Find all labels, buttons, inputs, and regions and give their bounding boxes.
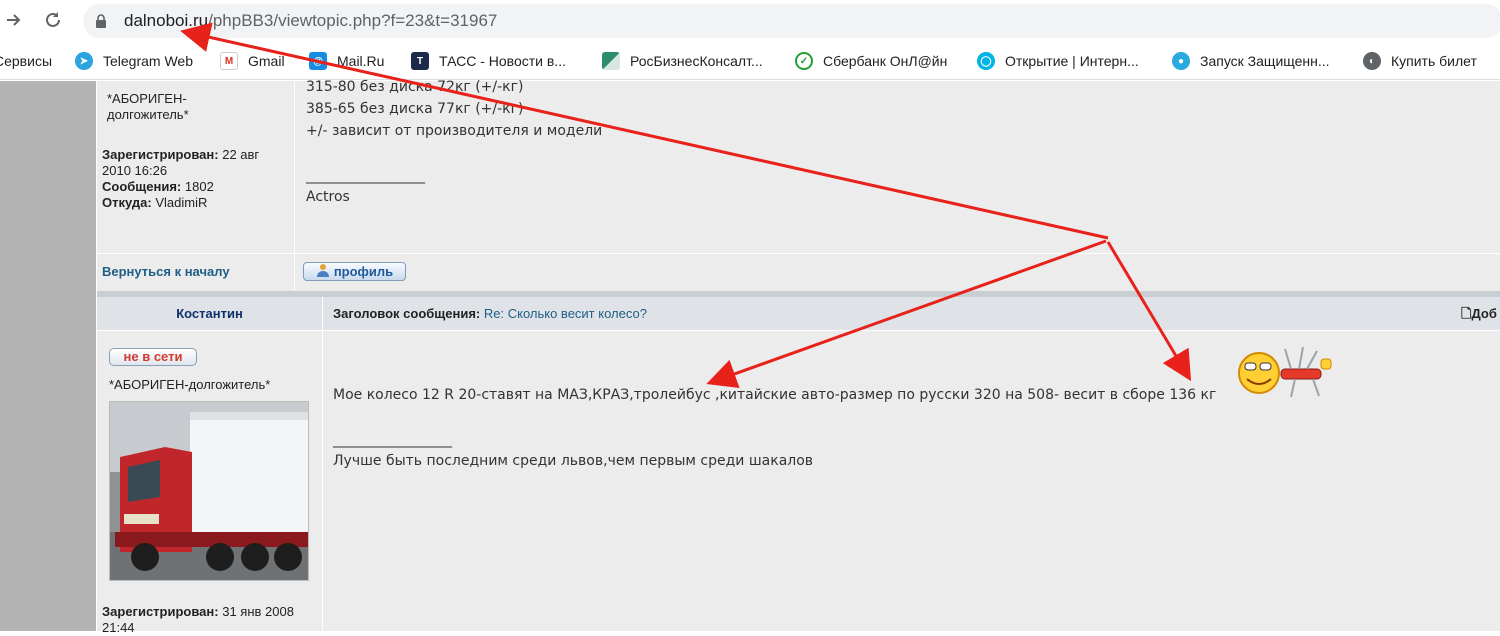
bookmark-label: Запуск Защищенн... <box>1200 53 1330 69</box>
post2-message: Мое колесо 12 R 20-ставят на МАЗ,КРАЗ,тр… <box>333 387 1217 403</box>
post2-profile-info: Зарегистрирован: 31 янв 2008 21:44 <box>102 604 322 636</box>
post1-line: 385-65 без диска 77кг (+/-кг) <box>306 101 524 117</box>
bookmark-label: Сервисы <box>0 53 53 69</box>
bookmark-services[interactable]: Сервисы <box>0 50 52 72</box>
post2-author-panel: не в сети *АБОРИГЕН-долгожитель* Зарегис… <box>97 331 322 635</box>
bookmark-sberbank[interactable]: ✓ Сбербанк ОнЛ@йн <box>795 50 947 72</box>
bookmark-label: ТАСС - Новости в... <box>439 53 566 69</box>
bookmark-label: Купить билет <box>1391 53 1477 69</box>
bookmarks-bar: Сервисы ➤ Telegram Web M Gmail @ Mail.Ru TТ… <box>0 42 1500 80</box>
gmail-icon: M <box>220 52 238 70</box>
post1-body: 315-80 без диска 72кг (+/-кг) 385-65 без… <box>295 79 1500 253</box>
bookmark-label: Telegram Web <box>103 53 194 69</box>
add-label: Доб <box>1471 306 1497 321</box>
tass-icon: T <box>411 52 429 70</box>
browser-toolbar: dalnoboi.ru/phpBB3/viewtopic.php?f=23&t=… <box>0 0 1500 42</box>
reload-icon[interactable] <box>41 8 65 32</box>
bookmark-tass[interactable]: T ТАСС - Новости в... <box>411 50 566 72</box>
post1-author-panel: *АБОРИГЕН- долгожитель* Зарегистрирован:… <box>97 81 294 253</box>
bookmark-label: Gmail <box>248 53 285 69</box>
bookmark-label: Сбербанк ОнЛ@йн <box>823 53 948 69</box>
messages-label: Сообщения: <box>102 179 182 194</box>
post2-signature: Лучше быть последним среди львов,чем пер… <box>333 453 814 469</box>
post1-footer-actions: профиль <box>295 254 1500 291</box>
url-path: /phpBB3/viewtopic.php?f=23&t=31967 <box>208 11 498 30</box>
post2-rank: *АБОРИГЕН-долгожитель* <box>109 377 271 392</box>
bookmark-label: Mail.Ru <box>337 53 385 69</box>
post1-footer: Вернуться к началу <box>97 254 294 291</box>
forward-icon[interactable] <box>2 8 26 32</box>
profile-button-label: профиль <box>333 264 394 279</box>
otkritie-icon: ◯ <box>977 52 995 70</box>
post2-author[interactable]: Костантин <box>97 306 322 322</box>
bookmark-rbc[interactable]: РосБизнесКонсалт... <box>602 50 763 72</box>
address-bar[interactable]: dalnoboi.ru/phpBB3/viewtopic.php?f=23&t=… <box>83 4 1500 38</box>
sberbank-icon: ✓ <box>795 52 813 70</box>
lock-icon <box>95 14 107 33</box>
from-value: VladimiR <box>155 195 208 210</box>
user-icon <box>316 263 330 280</box>
back-to-top-link[interactable]: Вернуться к началу <box>102 264 230 279</box>
mailru-icon: @ <box>309 52 327 70</box>
messages-value: 1802 <box>184 179 214 194</box>
document-icon: 🗋 <box>1461 306 1472 321</box>
url-text[interactable]: dalnoboi.ru/phpBB3/viewtopic.php?f=23&t=… <box>124 11 497 31</box>
post1-line: +/- зависит от производителя и модели <box>306 123 603 139</box>
subject-value[interactable]: Сколько весит колесо? <box>508 306 647 321</box>
post1-profile-info: Зарегистрирован: 22 авг 2010 16:26 Сообщ… <box>102 147 287 211</box>
url-domain: dalnoboi.ru <box>124 11 209 30</box>
post2-author-header: Костантин <box>97 297 322 330</box>
subject-label: Заголовок сообщения: <box>333 306 481 321</box>
bookmark-secure-launch[interactable]: ● Запуск Защищенн... <box>1172 50 1330 72</box>
bookmark-label: РосБизнесКонсалт... <box>630 53 763 69</box>
bookmark-buy-ticket[interactable]: ◐ Купить билет <box>1363 50 1477 72</box>
post1-signature: Actros <box>306 189 350 205</box>
registered-label: Зарегистрирован: <box>102 604 219 619</box>
bookmark-otkritie[interactable]: ◯ Открытие | Интерн... <box>977 50 1139 72</box>
post2-subject: Заголовок сообщения: Re: Сколько весит к… <box>333 306 647 322</box>
registered-time: 21:44 <box>102 620 135 635</box>
telegram-icon: ➤ <box>75 52 93 70</box>
secure-launch-icon: ● <box>1172 52 1190 70</box>
page-gutter <box>0 81 96 631</box>
bookmark-label: Открытие | Интерн... <box>1005 53 1139 69</box>
subject-prefix[interactable]: Re: <box>484 306 504 321</box>
bookmark-mailru[interactable]: @ Mail.Ru <box>309 50 384 72</box>
status-badge: не в сети <box>109 348 197 366</box>
smiley-knife-icon <box>1233 341 1333 401</box>
from-label: Откуда: <box>102 195 152 210</box>
bookmark-gmail[interactable]: M Gmail <box>220 50 285 72</box>
globe-icon: ◐ <box>1363 52 1381 70</box>
post1-rank: *АБОРИГЕН- долгожитель* <box>107 91 189 122</box>
signature-rule: _________________ <box>333 432 452 448</box>
add-post-link[interactable]: 🗋Доб <box>1461 306 1497 322</box>
post2-body: Мое колесо 12 R 20-ставят на МАЗ,КРАЗ,тр… <box>323 331 1500 631</box>
bookmark-telegram[interactable]: ➤ Telegram Web <box>75 50 193 72</box>
post1-line: 315-80 без диска 72кг (+/-кг) <box>306 79 524 95</box>
registered-value: 31 янв 2008 <box>222 604 294 619</box>
forum-page: *АБОРИГЕН- долгожитель* Зарегистрирован:… <box>0 79 1500 635</box>
registered-label: Зарегистрирован: <box>102 147 219 162</box>
rbc-icon <box>602 52 620 70</box>
signature-rule: _________________ <box>306 168 425 184</box>
avatar <box>109 401 309 581</box>
profile-button[interactable]: профиль <box>303 262 406 281</box>
post2-subject-header: Заголовок сообщения: Re: Сколько весит к… <box>323 297 1500 330</box>
